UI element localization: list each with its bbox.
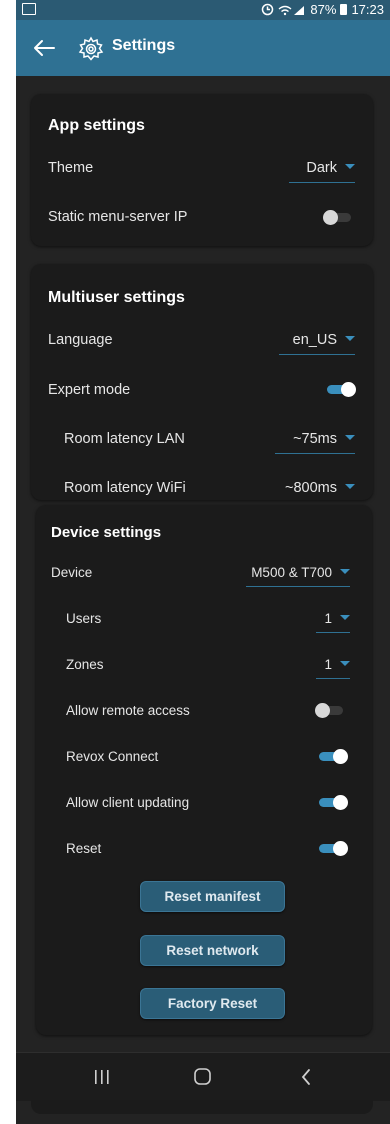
nav-back-icon[interactable] [300, 1068, 312, 1086]
battery-percent: 87% [310, 2, 337, 17]
sync-icon [262, 3, 274, 16]
remote-access-label: Allow remote access [66, 703, 190, 718]
reset-manifest-button[interactable]: Reset manifest [140, 881, 285, 912]
chevron-down-icon [340, 614, 350, 620]
home-icon[interactable] [194, 1068, 211, 1085]
device-settings-card: Device settings Device M500 & T700 Users… [36, 505, 372, 1035]
card-bottom-edge [31, 1100, 373, 1114]
multiuser-settings-title: Multiuser settings [48, 289, 185, 306]
zones-value: 1 [324, 657, 332, 672]
static-ip-toggle[interactable] [323, 210, 353, 225]
static-ip-label: Static menu-server IP [48, 209, 188, 225]
revox-connect-label: Revox Connect [66, 749, 159, 764]
toggle-knob [333, 841, 348, 856]
page-title: Settings [112, 37, 176, 54]
client-updating-toggle[interactable] [319, 795, 348, 810]
back-arrow-icon[interactable] [30, 34, 58, 62]
device-label: Device [51, 565, 93, 580]
chevron-down-icon [340, 660, 350, 666]
multiuser-settings-card: Multiuser settings Language en_US Expert… [31, 264, 373, 500]
zones-dropdown[interactable]: 1 [316, 657, 350, 679]
client-updating-label: Allow client updating [66, 795, 190, 810]
status-indicators: 87% 17:23 [261, 2, 384, 17]
zones-label: Zones [66, 657, 104, 672]
app-settings-title: App settings [48, 117, 145, 134]
expert-mode-toggle[interactable] [327, 382, 356, 397]
recents-icon[interactable] [94, 1070, 110, 1084]
toggle-knob [323, 210, 338, 225]
chevron-down-icon [345, 335, 355, 341]
toggle-knob [333, 749, 348, 764]
theme-label: Theme [48, 160, 94, 176]
phone-screen: 87% 17:23 Settings App settings Theme Da… [16, 0, 390, 1124]
users-dropdown[interactable]: 1 [316, 611, 350, 633]
theme-value: Dark [306, 160, 337, 176]
remote-access-toggle[interactable] [315, 703, 345, 718]
chevron-down-icon [345, 434, 355, 440]
system-nav-bar [16, 1052, 390, 1101]
device-value: M500 & T700 [251, 565, 332, 580]
app-bar: Settings [16, 20, 390, 76]
factory-reset-button[interactable]: Factory Reset [140, 988, 285, 1019]
toggle-knob [333, 795, 348, 810]
status-bar: 87% 17:23 [16, 0, 390, 20]
wifi-signal-icon [278, 5, 305, 15]
language-label: Language [48, 332, 113, 348]
clock: 17:23 [351, 2, 384, 17]
language-value: en_US [292, 332, 337, 348]
latency-wifi-label: Room latency WiFi [64, 480, 186, 496]
latency-lan-value: ~75ms [293, 431, 337, 447]
gear-icon [78, 36, 104, 61]
language-dropdown[interactable]: en_US [279, 332, 355, 355]
latency-wifi-dropdown[interactable]: ~800ms [265, 480, 355, 500]
latency-lan-label: Room latency LAN [64, 431, 185, 447]
toggle-knob [315, 703, 330, 718]
chevron-down-icon [340, 568, 350, 574]
latency-wifi-value: ~800ms [285, 480, 337, 496]
reset-label: Reset [66, 841, 102, 856]
toggle-knob [341, 382, 356, 397]
users-label: Users [66, 611, 102, 626]
app-settings-card: App settings Theme Dark Static menu-serv… [31, 94, 373, 246]
reset-network-button[interactable]: Reset network [140, 935, 285, 966]
battery-icon [340, 4, 348, 15]
expert-mode-label: Expert mode [48, 382, 131, 398]
device-settings-title: Device settings [51, 524, 162, 541]
chevron-down-icon [345, 163, 355, 169]
users-value: 1 [324, 611, 332, 626]
revox-connect-toggle[interactable] [319, 749, 348, 764]
device-dropdown[interactable]: M500 & T700 [246, 565, 350, 587]
theme-dropdown[interactable]: Dark [289, 160, 355, 183]
chevron-down-icon [345, 483, 355, 489]
reset-toggle[interactable] [319, 841, 348, 856]
latency-lan-dropdown[interactable]: ~75ms [275, 431, 355, 454]
gallery-icon [22, 3, 36, 15]
